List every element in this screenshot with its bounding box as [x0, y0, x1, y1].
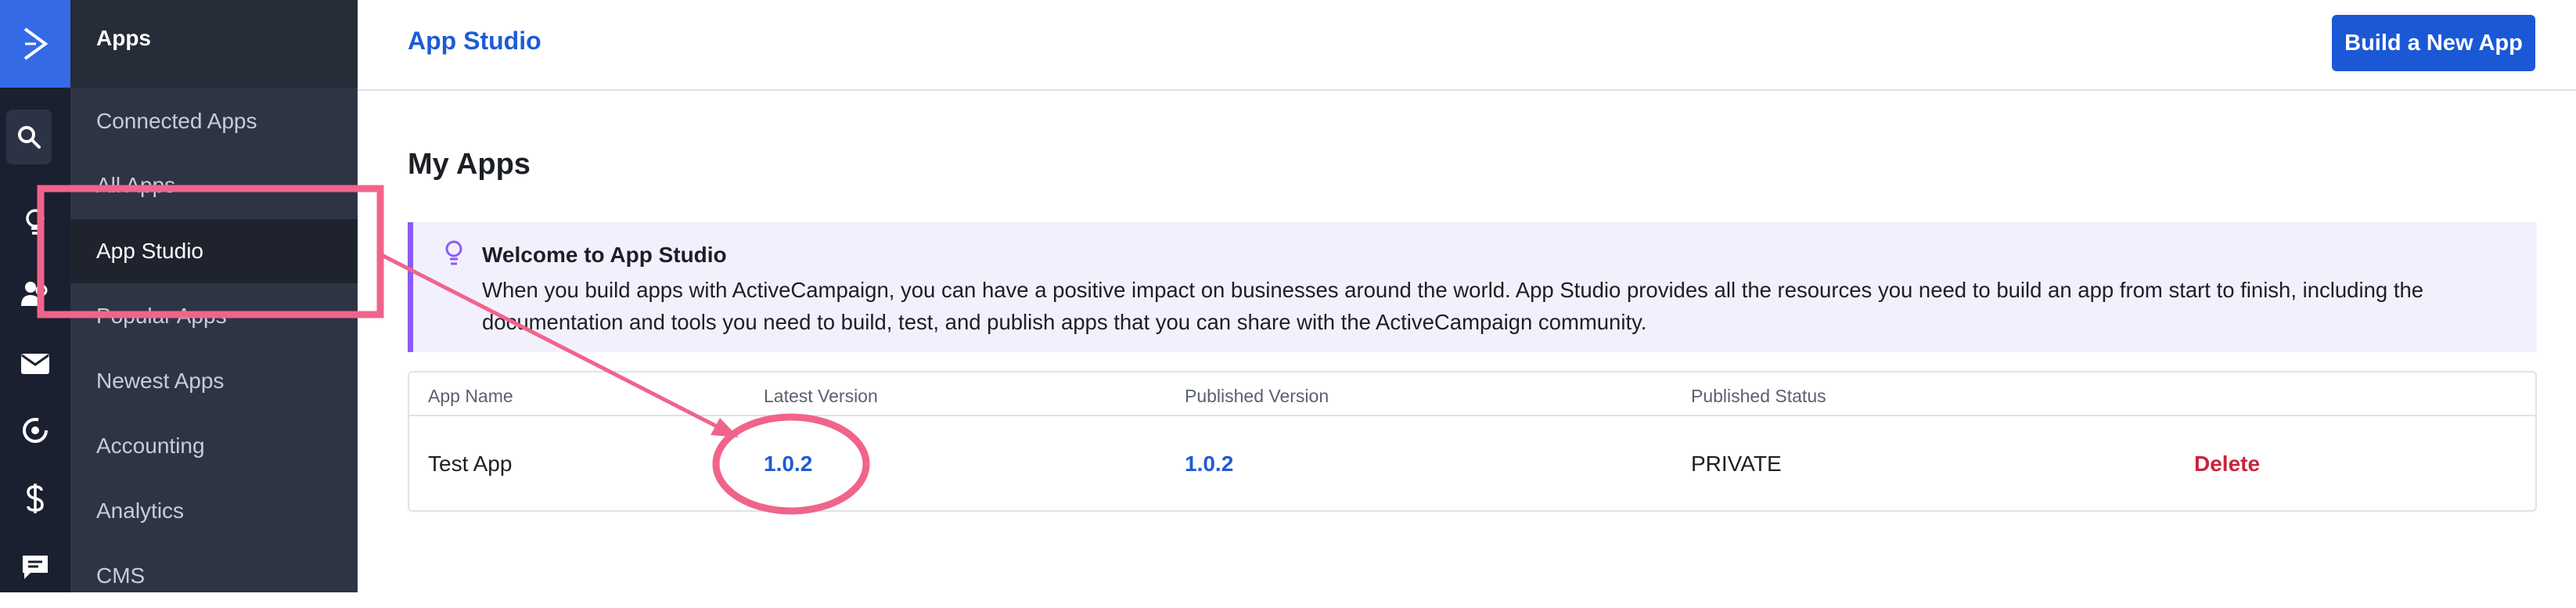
sidebar-item-all-apps[interactable]: All Apps — [70, 153, 358, 218]
page-title: My Apps — [408, 148, 531, 181]
automation-icon[interactable] — [0, 411, 70, 450]
column-header-latest-version: Latest Version — [764, 386, 878, 406]
sidebar-header: Apps — [70, 0, 358, 88]
sidebar-item-popular-apps[interactable]: Popular Apps — [70, 284, 358, 348]
banner-text: When you build apps with ActiveCampaign,… — [482, 278, 2424, 334]
lightbulb-icon — [443, 239, 465, 272]
breadcrumb[interactable]: App Studio — [408, 27, 541, 56]
apps-table: App Name Latest Version Published Versio… — [408, 371, 2537, 512]
sidebar-item-newest-apps[interactable]: Newest Apps — [70, 349, 358, 413]
column-header-published-status: Published Status — [1691, 386, 1826, 406]
banner-title: Welcome to App Studio — [482, 243, 727, 267]
sidebar-title: Apps — [96, 26, 151, 50]
sidebar-item-accounting[interactable]: Accounting — [70, 414, 358, 478]
lightbulb-icon[interactable] — [0, 203, 70, 243]
top-bar: App Studio Build a New App — [358, 0, 2576, 91]
activecampaign-logo-icon[interactable] — [0, 0, 70, 88]
welcome-banner: Welcome to App Studio When you build app… — [408, 222, 2537, 352]
published-status-cell: PRIVATE — [1691, 452, 1782, 476]
dollar-icon[interactable] — [0, 479, 70, 518]
app-name-cell: Test App — [428, 452, 513, 476]
chat-icon[interactable] — [0, 548, 70, 587]
published-version-link[interactable]: 1.0.2 — [1185, 452, 1233, 477]
apps-sidebar: Apps Connected Apps All Apps App Studio … — [70, 0, 358, 592]
contacts-icon[interactable] — [0, 274, 70, 313]
build-new-app-button[interactable]: Build a New App — [2332, 15, 2535, 71]
email-icon[interactable] — [0, 344, 70, 383]
column-header-published-version: Published Version — [1185, 386, 1329, 406]
sidebar-item-analytics[interactable]: Analytics — [70, 479, 358, 543]
sidebar-item-cms[interactable]: CMS — [70, 544, 358, 608]
sidebar-item-app-studio[interactable]: App Studio — [70, 219, 358, 283]
table-header: App Name Latest Version Published Versio… — [409, 372, 2535, 416]
latest-version-link[interactable]: 1.0.2 — [764, 452, 812, 477]
search-icon[interactable] — [6, 110, 52, 164]
column-header-app-name: App Name — [428, 386, 513, 406]
delete-button[interactable]: Delete — [2194, 452, 2260, 477]
icon-rail — [0, 0, 70, 592]
sidebar-item-connected-apps[interactable]: Connected Apps — [70, 89, 358, 153]
